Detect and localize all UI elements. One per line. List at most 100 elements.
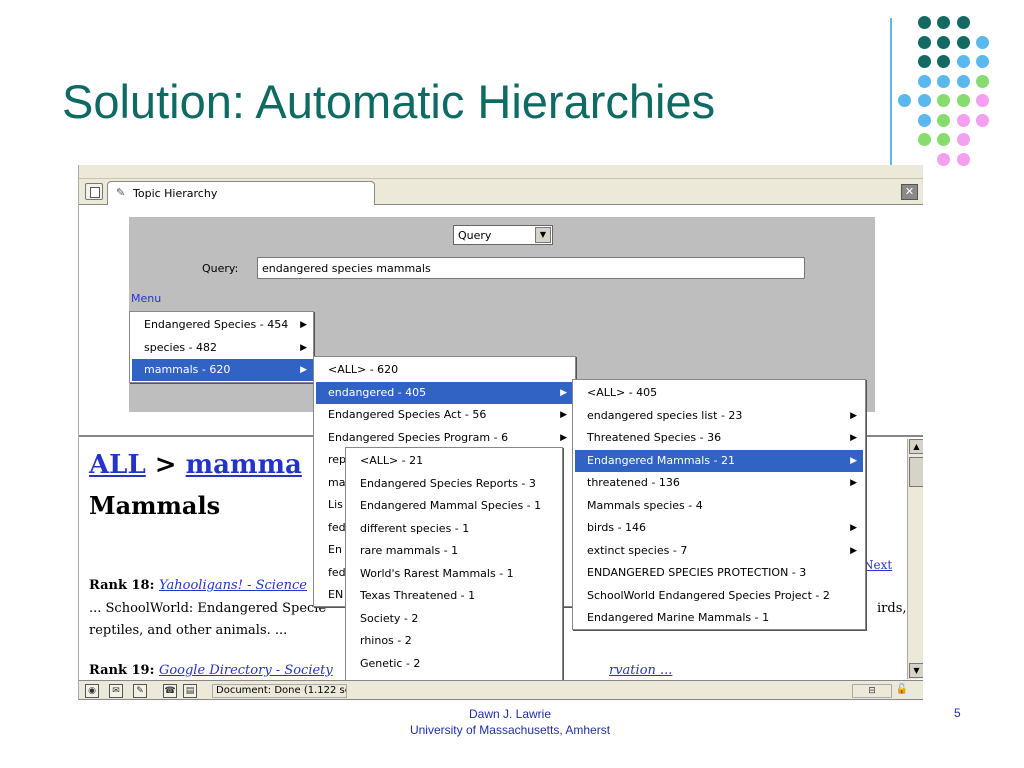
rank-colon: : [149,663,159,678]
menu-item-label: Threatened Species - 36 [587,431,722,444]
tab-topic-hierarchy[interactable]: ✎ Topic Hierarchy [107,181,375,205]
tab-bar: ✎ Topic Hierarchy ✕ [79,179,923,205]
menu-item-label: fed [328,520,346,534]
decorative-dot [956,133,970,146]
menu-item[interactable]: species - 482 ▶ [132,337,313,359]
next-page-link[interactable]: Next [863,558,892,572]
query-type-select[interactable]: Query ▼ [453,225,553,245]
decorative-dot [917,55,931,68]
menu-item-label: Endangered Species Act - 56 [328,408,487,421]
breadcrumb-separator: > [145,450,186,480]
menu-item-label: Endangered Mammal Species - 1 [360,499,542,512]
menu-item[interactable]: <ALL> - 620 [316,359,573,381]
result-link[interactable]: Yahooligans! - Science [159,578,307,593]
menu-item[interactable]: endangered - 405 ▶ [316,381,573,404]
decorative-dot [937,16,950,29]
menu-item[interactable]: Endangered Species Act - 56 ▶ [316,404,573,426]
slide-title: Solution: Automatic Hierarchies [62,75,716,128]
close-tab-button[interactable]: ✕ [901,184,918,200]
menu-item[interactable]: Endangered Species - 454 ▶ [132,314,313,336]
menu-item-label: <ALL> - 21 [360,454,424,467]
menu-item-label: EN [328,588,344,601]
decorative-dot [937,35,950,49]
menu-item[interactable]: Society - 2 [348,608,560,630]
menu-level-1: Endangered Species - 454 ▶ species - 482 ▶ m… [129,311,314,383]
title-divider [890,18,892,170]
submenu-arrow-icon: ▶ [300,365,307,375]
decorative-dot [917,74,931,88]
menu-item[interactable]: Endangered Marine Mammals - 1 [575,607,863,629]
decorative-dot [917,16,931,29]
browser-toolbar [79,165,923,179]
result-link-tail-text[interactable]: rvation ... [609,663,672,678]
vertical-scrollbar[interactable]: ▲ ▼ [907,439,923,679]
decorative-dot [956,55,970,68]
query-input[interactable]: endangered species mammals [257,257,805,279]
menu-item-label: ENDANGERED SPECIES PROTECTION - 3 [587,566,807,579]
menu-item[interactable]: ENDANGERED SPECIES PROTECTION - 3 [575,562,863,584]
menu-item[interactable]: threatened - 136 ▶ [575,472,863,494]
menu-item[interactable]: rhinos - 2 [348,630,560,652]
network-icon[interactable]: ◉ [85,684,99,698]
address-book-icon[interactable]: ☎ [163,684,177,698]
decorative-dot [956,152,970,166]
menu-item[interactable]: birds - 146 ▶ [575,517,863,539]
chevron-down-icon[interactable]: ▼ [535,227,551,243]
lock-icon[interactable]: 🔓 [895,684,909,698]
menu-item[interactable]: Mammals species - 4 [575,495,863,517]
page-icon[interactable] [85,183,103,200]
breadcrumb-current-link[interactable]: mamma [186,450,302,480]
composer-icon[interactable]: ✎ [133,684,147,698]
decorative-dot [937,113,950,127]
menu-item[interactable]: Texas Threatened - 1 [348,585,560,607]
menu-item-label: <ALL> - 620 [328,363,399,376]
menu-item-label: extinct species - 7 [587,543,688,557]
submenu-arrow-icon: ▶ [850,523,857,533]
result-link[interactable]: Google Directory - Society [159,663,333,678]
page-info-icon[interactable]: ▤ [183,684,197,698]
menu-item[interactable]: <ALL> - 405 [575,382,863,404]
scroll-down-button[interactable]: ▼ [909,663,923,678]
submenu-arrow-icon: ▶ [560,432,567,443]
footer-author: Dawn J. Lawrie [468,707,552,721]
decorative-dot [937,74,950,88]
menu-item[interactable]: endangered species list - 23 ▶ [575,405,863,427]
rank-label: Rank 19 [89,663,150,678]
submenu-arrow-icon: ▶ [850,455,857,466]
menu-item[interactable]: Endangered Species Reports - 3 [348,473,560,495]
content-heading: Mammals [89,491,221,520]
decorative-dot [956,94,970,107]
select-value: Query [458,229,492,242]
menu-item[interactable]: mammals - 620 ▶ [132,359,313,381]
tab-label: Topic Hierarchy [133,187,218,200]
menu-item[interactable]: rare mammals - 1 [348,540,560,562]
menu-item[interactable]: Genetic - 2 [348,653,560,675]
mail-icon[interactable]: ✉ [109,684,123,698]
menu-item[interactable]: Threatened Species - 36 ▶ [575,427,863,449]
menu-item[interactable]: Endangered Mammals - 21 ▶ [575,449,863,472]
menu-item[interactable]: different species - 1 [348,518,560,540]
decorative-dot [976,113,989,127]
menu-item[interactable]: Endangered Species Program - 6 ▶ [316,427,573,449]
scroll-up-button[interactable]: ▲ [909,439,923,454]
status-text: Document: Done (1.122 se [212,684,347,698]
menu-item-label: World's Rarest Mammals - 1 [360,566,514,580]
menu-item-label: Lis [328,498,343,511]
menu-item-label: Endangered Species Reports - 3 [360,476,536,490]
scroll-thumb[interactable] [909,457,923,487]
slide-number: 5 [954,706,961,720]
menu-item[interactable]: World's Rarest Mammals - 1 [348,563,560,585]
menu-item-label: Endangered Species - 454 [144,318,289,331]
submenu-arrow-icon: ▶ [850,545,857,556]
menu-level-4: <ALL> - 21 Endangered Species Reports - 3… [345,447,563,698]
breadcrumb-all-link[interactable]: ALL [89,450,146,480]
menu-item[interactable]: extinct species - 7 ▶ [575,540,863,562]
submenu-arrow-icon: ▶ [850,433,857,443]
menu-item[interactable]: <ALL> - 21 [348,450,560,472]
menu-item[interactable]: SchoolWorld Endangered Species Project -… [575,585,863,607]
menu-label[interactable]: Menu [131,292,161,305]
menu-item-label: fed [328,565,346,579]
menu-item-label: Mammals species - 4 [587,498,703,512]
menu-item[interactable]: Endangered Mammal Species - 1 [348,495,560,517]
decorative-dot [976,55,989,68]
